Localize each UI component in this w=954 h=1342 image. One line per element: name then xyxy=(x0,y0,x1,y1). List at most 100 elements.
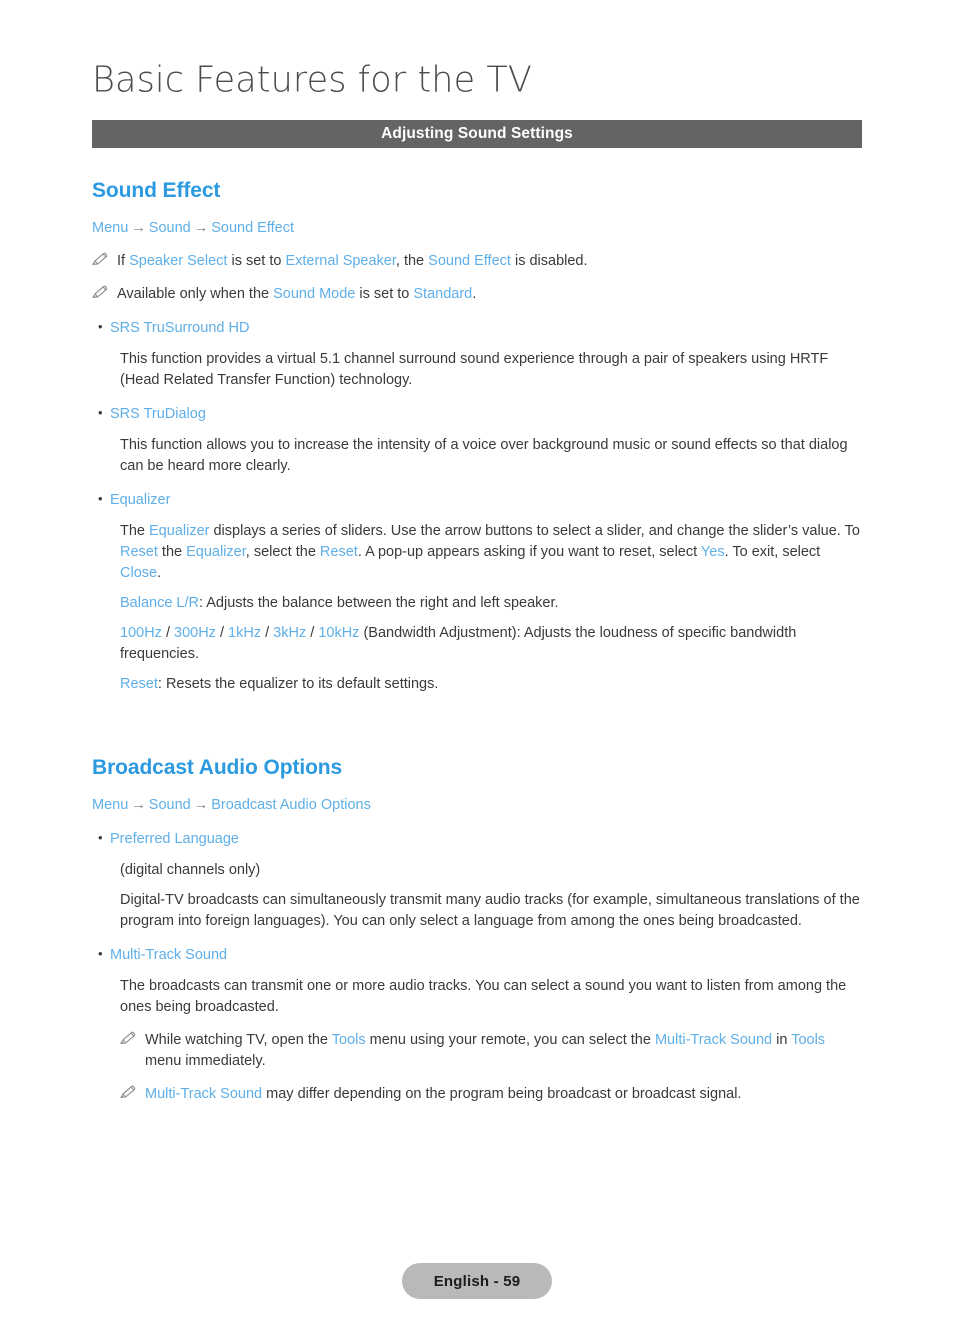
note-text: Available only when the Sound Mode is se… xyxy=(117,284,864,305)
breadcrumb-item[interactable]: Broadcast Audio Options xyxy=(211,797,371,813)
bullet-dot-icon: • xyxy=(98,829,103,845)
section-heading: Sound Effect xyxy=(92,179,221,202)
breadcrumb-item[interactable]: Menu xyxy=(92,797,128,813)
body-paragraph: The Equalizer displays a series of slide… xyxy=(120,521,864,584)
list-item-label[interactable]: Multi-Track Sound xyxy=(110,945,227,966)
body-paragraph: Digital-TV broadcasts can simultaneously… xyxy=(120,890,864,932)
note-text: Multi-Track Sound may differ depending o… xyxy=(145,1084,864,1105)
note-link[interactable]: Tools xyxy=(791,1032,825,1048)
document-content: Sound Effect Menu → Sound → Sound Effect If Sp… xyxy=(92,178,864,1105)
note-item: Multi-Track Sound may differ depending o… xyxy=(120,1084,864,1105)
right-arrow-icon: → xyxy=(193,797,209,814)
note-link[interactable]: Tools xyxy=(332,1032,366,1048)
note-text: in xyxy=(772,1031,792,1048)
page-footer-badge: English - 59 xyxy=(402,1263,552,1299)
paragraph-text: : Adjusts the balance between the right … xyxy=(199,594,559,611)
note-link[interactable]: Multi-Track Sound xyxy=(145,1086,262,1102)
breadcrumb-item[interactable]: Sound xyxy=(149,220,191,236)
note-link[interactable]: Sound Mode xyxy=(273,286,355,302)
paragraph-text: / xyxy=(161,624,175,641)
note-text: may differ depending on the program bein… xyxy=(262,1085,742,1102)
right-arrow-icon: → xyxy=(131,797,146,814)
bullet-dot-icon: • xyxy=(98,318,103,334)
page-title: Basic Features for the TV xyxy=(92,60,532,101)
right-arrow-icon: → xyxy=(193,220,209,237)
paragraph-link[interactable]: Reset xyxy=(120,544,158,560)
page-number-label: English - 59 xyxy=(433,1272,521,1290)
note-text: is disabled. xyxy=(510,252,588,269)
list-item: • SRS TruDialog xyxy=(92,404,864,425)
body-paragraph: Balance L/R: Adjusts the balance between… xyxy=(120,593,864,614)
body-paragraph: 100Hz / 300Hz / 1kHz / 3kHz / 10kHz (Ban… xyxy=(120,623,864,665)
paragraph-text: (digital channels only) xyxy=(120,861,261,878)
paragraph-link[interactable]: Yes xyxy=(701,544,725,560)
paragraph-text: the xyxy=(157,543,187,560)
paragraph-text: / xyxy=(215,624,229,641)
paragraph-link[interactable]: Balance L/R xyxy=(120,595,199,611)
list-item-label[interactable]: SRS TruSurround HD xyxy=(110,318,249,339)
paragraph-text: . A pop-up appears asking if you want to… xyxy=(357,543,701,560)
paragraph-text: : Resets the equalizer to its default se… xyxy=(157,675,439,692)
paragraph-text: This function provides a virtual 5.1 cha… xyxy=(120,350,829,388)
note-link[interactable]: External Speaker xyxy=(285,253,395,269)
list-item: • Multi-Track Sound xyxy=(92,945,864,966)
breadcrumb-item[interactable]: Sound Effect xyxy=(211,220,294,236)
note-text: menu using your remote, you can select t… xyxy=(365,1031,655,1048)
paragraph-link[interactable]: 100Hz xyxy=(120,625,162,641)
paragraph-link[interactable]: Equalizer xyxy=(186,544,246,560)
paragraph-text: , select the xyxy=(245,543,320,560)
pencil-icon xyxy=(92,252,112,266)
breadcrumb: Menu → Sound → Sound Effect xyxy=(92,219,864,239)
breadcrumb-item[interactable]: Sound xyxy=(149,797,191,813)
note-item: Available only when the Sound Mode is se… xyxy=(92,284,864,305)
note-text: While watching TV, open the xyxy=(145,1031,332,1048)
note-link[interactable]: Sound Effect xyxy=(428,253,511,269)
list-item: • Preferred Language xyxy=(92,829,864,850)
list-item: • Equalizer xyxy=(92,490,864,511)
paragraph-text: . xyxy=(157,564,162,581)
note-text: is set to xyxy=(355,285,414,302)
paragraph-text: / xyxy=(306,624,319,641)
paragraph-link[interactable]: Close xyxy=(120,565,157,581)
note-text: If xyxy=(117,252,130,269)
paragraph-link[interactable]: Reset xyxy=(120,676,158,692)
breadcrumb: Menu → Sound → Broadcast Audio Options xyxy=(92,796,864,816)
note-item: While watching TV, open the Tools menu u… xyxy=(120,1030,864,1072)
note-text: menu immediately. xyxy=(145,1052,266,1069)
note-text: is set to xyxy=(227,252,286,269)
paragraph-link[interactable]: 3kHz xyxy=(273,625,306,641)
note-text: Available only when the xyxy=(117,285,274,302)
paragraph-link[interactable]: Reset xyxy=(320,544,358,560)
body-paragraph: (digital channels only) xyxy=(120,860,864,881)
paragraph-text: The xyxy=(120,522,150,539)
list-item-label[interactable]: Preferred Language xyxy=(110,829,239,850)
paragraph-link[interactable]: 300Hz xyxy=(174,625,216,641)
note-item: If Speaker Select is set to External Spe… xyxy=(92,251,864,272)
note-link[interactable]: Speaker Select xyxy=(129,253,227,269)
paragraph-link[interactable]: 1kHz xyxy=(228,625,261,641)
note-link[interactable]: Multi-Track Sound xyxy=(655,1032,772,1048)
pencil-icon xyxy=(120,1085,140,1099)
breadcrumb-item[interactable]: Menu xyxy=(92,220,128,236)
section-banner: Adjusting Sound Settings xyxy=(92,120,862,148)
paragraph-text: This function allows you to increase the… xyxy=(120,436,848,474)
list-item-label[interactable]: Equalizer xyxy=(110,490,170,511)
paragraph-link[interactable]: 10kHz xyxy=(318,625,359,641)
paragraph-text: / xyxy=(261,624,274,641)
note-text: . xyxy=(472,285,477,302)
list-item-label[interactable]: SRS TruDialog xyxy=(110,404,206,425)
paragraph-link[interactable]: Equalizer xyxy=(149,523,209,539)
paragraph-text: displays a series of sliders. Use the ar… xyxy=(209,522,860,539)
note-text: While watching TV, open the Tools menu u… xyxy=(145,1030,864,1072)
section-heading: Broadcast Audio Options xyxy=(92,756,343,779)
note-link[interactable]: Standard xyxy=(413,286,472,302)
body-paragraph: This function allows you to increase the… xyxy=(120,435,864,477)
pencil-icon xyxy=(92,285,112,299)
paragraph-text: The broadcasts can transmit one or more … xyxy=(120,977,847,1015)
body-paragraph: Reset: Resets the equalizer to its defau… xyxy=(120,674,864,695)
bullet-dot-icon: • xyxy=(98,490,103,506)
bullet-dot-icon: • xyxy=(98,404,103,420)
body-paragraph: This function provides a virtual 5.1 cha… xyxy=(120,349,864,391)
right-arrow-icon: → xyxy=(131,220,146,237)
paragraph-text: . To exit, select xyxy=(724,543,821,560)
